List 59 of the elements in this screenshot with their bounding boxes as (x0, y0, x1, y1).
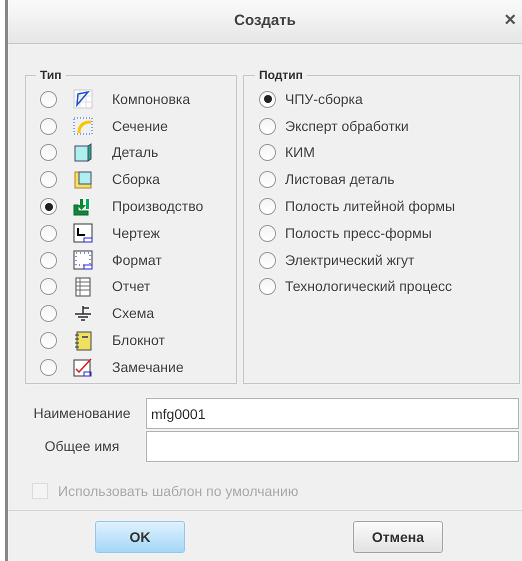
radio-label: КИМ (285, 143, 315, 162)
radio-label: Полость пресс-формы (285, 224, 432, 243)
radio-label: Технологический процесс (285, 277, 452, 296)
pencil-sheet-icon (73, 357, 93, 378)
radio-button[interactable] (40, 198, 57, 216)
radio-button[interactable] (40, 332, 57, 350)
radio-label: Схема (112, 304, 154, 324)
cancel-button[interactable]: Отмена (353, 521, 443, 553)
radio-button[interactable] (259, 171, 276, 188)
cube-icon (73, 142, 93, 163)
radio-label: Сечение (112, 116, 168, 136)
radio-button[interactable] (259, 144, 276, 162)
field-label: Общее имя (44, 437, 120, 456)
ok-button[interactable]: OK (95, 521, 185, 553)
input-field[interactable] (146, 431, 519, 462)
window-title: Создать (234, 11, 296, 32)
arc-icon (73, 116, 93, 136)
ground-symbol-icon (73, 304, 93, 324)
radio-button[interactable] (259, 278, 276, 296)
radio-button[interactable] (259, 90, 276, 108)
radio-label: Производство (112, 197, 204, 216)
radio-button[interactable] (40, 252, 57, 269)
radio-label: Листовая деталь (285, 170, 395, 190)
radio-label: Чертеж (112, 224, 160, 243)
radio-button[interactable] (40, 305, 57, 322)
format-sheet-icon (73, 250, 93, 270)
radio-button[interactable] (40, 224, 57, 242)
radio-button[interactable] (259, 118, 276, 135)
radio-label: Компоновка (112, 90, 190, 109)
field-label: Наименование (32, 404, 132, 423)
radio-label: Электрический жгут (285, 250, 414, 270)
assembly-icon (73, 170, 93, 190)
radio-label: Полость литейной формы (285, 197, 456, 216)
triangle-grid-icon (73, 89, 93, 110)
notebook-icon (73, 330, 93, 351)
group-title: Тип (39, 67, 62, 84)
radio-label: Эксперт обработки (285, 116, 409, 136)
group-title: Подтип (258, 67, 304, 84)
radio-label: Формат (112, 250, 162, 270)
radio-button[interactable] (40, 144, 57, 162)
drawing-sheet-icon (73, 223, 93, 244)
radio-label: Замечание (112, 358, 184, 377)
radio-button[interactable] (259, 224, 276, 242)
close-button[interactable]: × (504, 10, 516, 30)
radio-label: ЧПУ-сборка (285, 90, 363, 109)
radio-button[interactable] (259, 252, 276, 269)
table-icon (73, 276, 93, 297)
radio-button[interactable] (259, 198, 276, 216)
radio-button[interactable] (40, 171, 57, 188)
radio-button[interactable] (40, 358, 57, 376)
radio-button[interactable] (40, 278, 57, 296)
checkbox-label: Использовать шаблон по умолчанию (58, 482, 298, 501)
radio-button[interactable] (40, 90, 57, 108)
radio-button[interactable] (40, 118, 57, 135)
radio-label: Блокнот (112, 331, 165, 350)
radio-label: Сборка (112, 170, 160, 190)
input-field[interactable]: mfg0001 (146, 398, 519, 429)
radio-label: Деталь (112, 143, 158, 162)
radio-label: Отчет (112, 277, 150, 296)
